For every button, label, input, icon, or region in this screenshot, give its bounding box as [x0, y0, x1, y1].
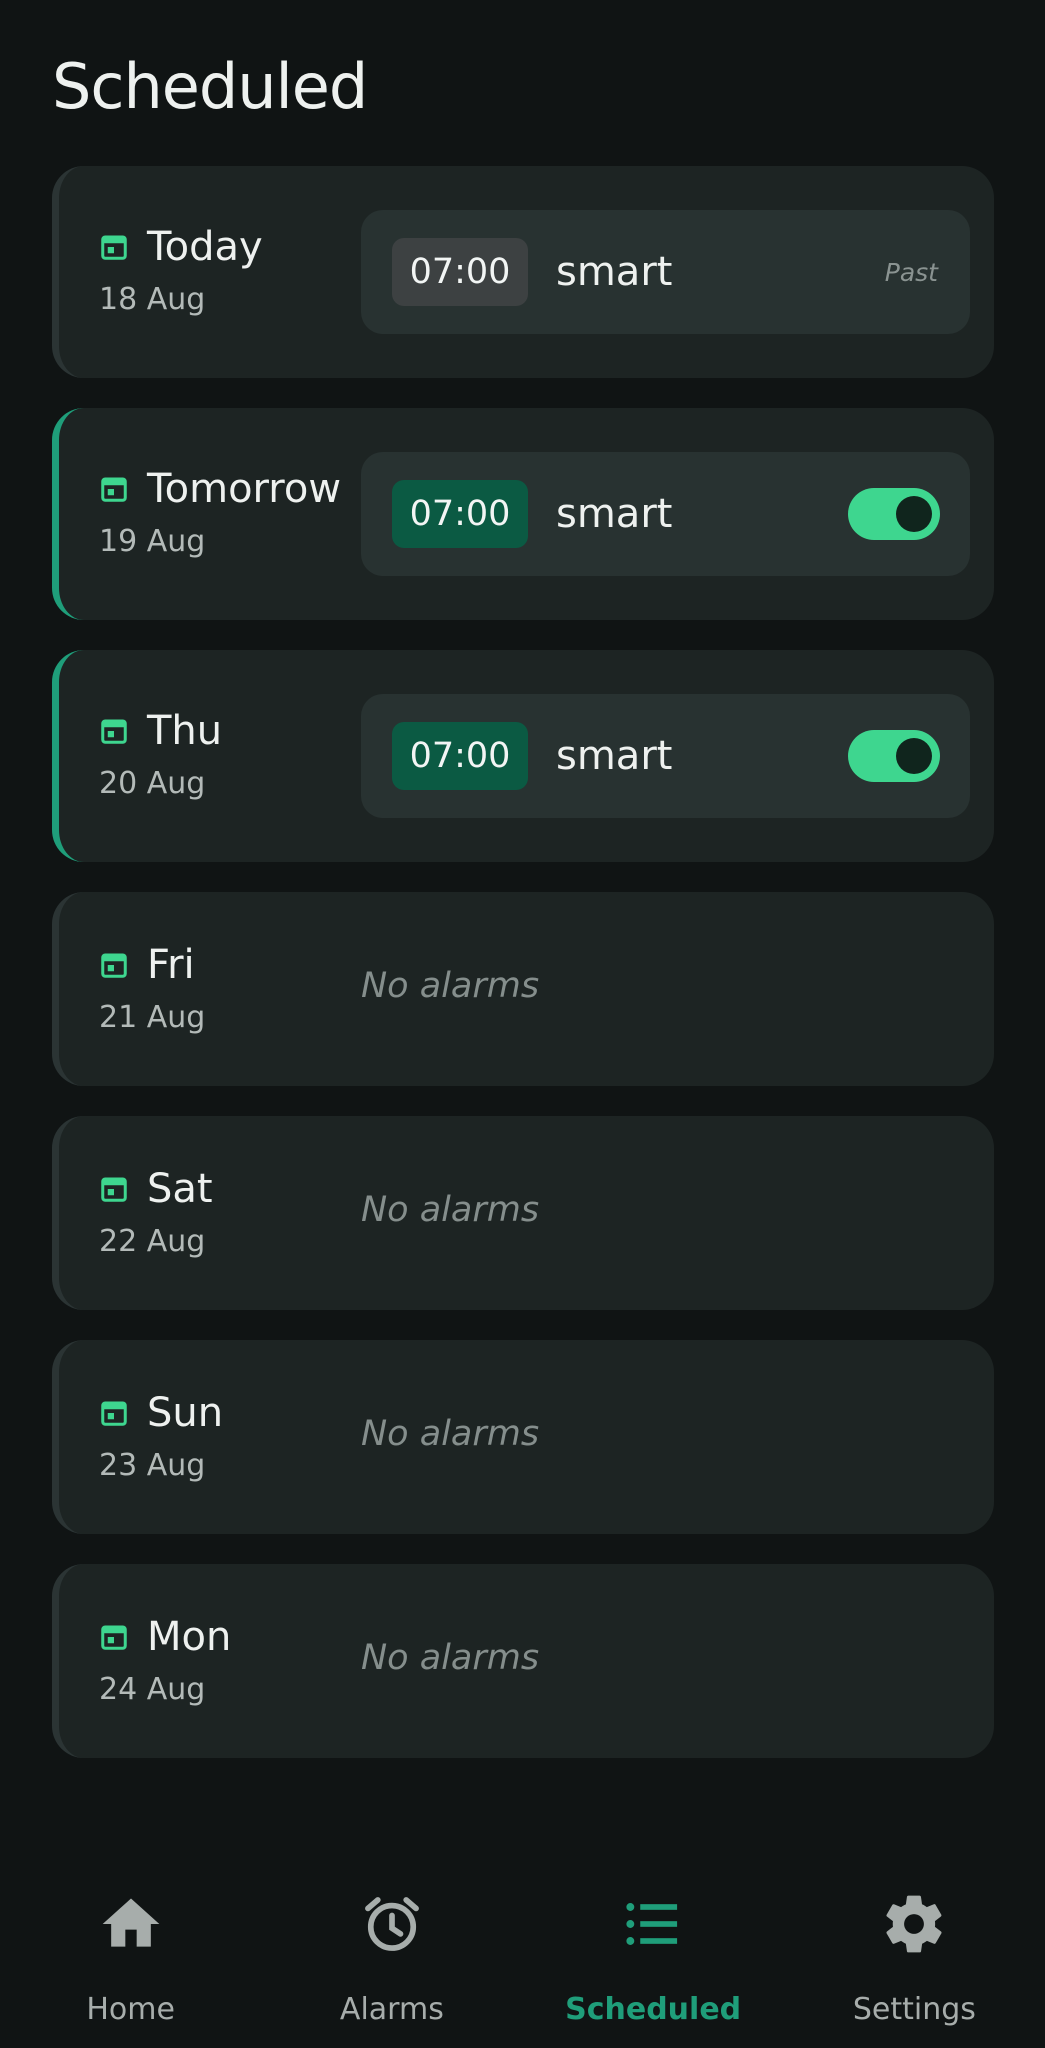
calendar-icon [101, 719, 127, 744]
list-icon [626, 1903, 678, 1945]
day-card-mon[interactable]: Mon 24 Aug No alarms [52, 1564, 994, 1758]
day-date: 23 Aug [99, 1448, 206, 1483]
calendar-icon [101, 1625, 127, 1650]
day-name: Sat [147, 1166, 213, 1212]
alarm-time: 07:00 [392, 722, 528, 790]
day-header: Today 18 Aug [99, 224, 263, 317]
day-name: Thu [147, 708, 223, 754]
day-header: Sat 22 Aug [99, 1166, 213, 1259]
day-date: 21 Aug [99, 1000, 206, 1035]
day-date: 22 Aug [99, 1224, 206, 1259]
alarm-clock-icon [364, 1897, 419, 1951]
no-alarms-text: No alarms [361, 1190, 540, 1230]
day-card-today[interactable]: Today 18 Aug 07:00 smart Past [52, 166, 994, 378]
day-date: 24 Aug [99, 1672, 206, 1707]
bottom-nav: Home Alarms Scheduled Settings [0, 1870, 1045, 2048]
alarm-time: 07:00 [392, 238, 528, 306]
nav-label: Home [86, 1992, 175, 2027]
day-header: Tomorrow 19 Aug [99, 466, 341, 559]
nav-alarms[interactable]: Alarms [261, 1870, 522, 2048]
nav-label: Scheduled [565, 1992, 742, 2027]
nav-label: Settings [852, 1992, 976, 2027]
calendar-icon [101, 953, 127, 978]
day-date: 20 Aug [99, 766, 206, 801]
day-card-sat[interactable]: Sat 22 Aug No alarms [52, 1116, 994, 1310]
calendar-icon [101, 1177, 127, 1202]
no-alarms-text: No alarms [361, 1638, 540, 1678]
day-header: Mon 24 Aug [99, 1614, 231, 1707]
no-alarms-text: No alarms [361, 966, 540, 1006]
alarm-label: smart [556, 249, 673, 295]
day-date: 19 Aug [99, 524, 206, 559]
alarm-item[interactable]: 07:00 smart [361, 694, 970, 818]
nav-scheduled[interactable]: Scheduled [523, 1870, 784, 2048]
calendar-icon [101, 235, 127, 260]
day-name: Mon [147, 1614, 232, 1660]
day-card-tomorrow[interactable]: Tomorrow 19 Aug 07:00 smart [52, 408, 994, 620]
toggle-knob [896, 496, 932, 532]
alarm-item[interactable]: 07:00 smart Past [361, 210, 970, 334]
day-list: Today 18 Aug 07:00 smart Past Tomorrow 1… [52, 166, 994, 1788]
day-name: Today [147, 224, 263, 270]
nav-home[interactable]: Home [0, 1870, 261, 2048]
past-badge: Past [884, 257, 938, 287]
nav-label: Alarms [339, 1992, 444, 2027]
gear-icon [886, 1895, 942, 1953]
calendar-icon [101, 477, 127, 502]
alarm-time: 07:00 [392, 480, 528, 548]
day-name: Sun [147, 1390, 224, 1436]
day-header: Fri 21 Aug [99, 942, 205, 1035]
day-date: 18 Aug [99, 282, 206, 317]
page-title: Scheduled [52, 50, 368, 123]
no-alarms-text: No alarms [361, 1414, 540, 1454]
nav-settings[interactable]: Settings [784, 1870, 1045, 2048]
day-name: Fri [147, 942, 195, 988]
toggle-knob [896, 738, 932, 774]
alarm-label: smart [556, 733, 673, 779]
day-name: Tomorrow [147, 466, 342, 512]
scheduled-screen: Scheduled Today 18 Aug 07:00 smart Past [0, 0, 1045, 2048]
home-icon [102, 1898, 159, 1947]
alarm-item[interactable]: 07:00 smart [361, 452, 970, 576]
alarm-label: smart [556, 491, 673, 537]
day-header: Thu 20 Aug [99, 708, 222, 801]
day-card-thu[interactable]: Thu 20 Aug 07:00 smart [52, 650, 994, 862]
alarm-toggle[interactable] [848, 488, 940, 540]
day-card-sun[interactable]: Sun 23 Aug No alarms [52, 1340, 994, 1534]
day-card-fri[interactable]: Fri 21 Aug No alarms [52, 892, 994, 1086]
calendar-icon [101, 1401, 127, 1426]
day-header: Sun 23 Aug [99, 1390, 223, 1483]
alarm-toggle[interactable] [848, 730, 940, 782]
